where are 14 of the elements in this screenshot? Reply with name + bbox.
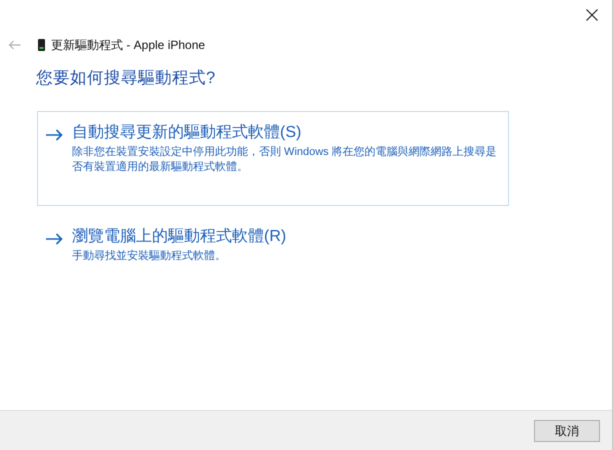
back-arrow-icon	[8, 40, 20, 50]
option-description: 手動尋找並安裝驅動程式軟體。	[72, 249, 227, 264]
option-title: 自動搜尋更新的驅動程式軟體(S)	[72, 122, 302, 143]
arrow-icon	[46, 233, 63, 245]
option-link[interactable]: 瀏覽電腦上的驅動程式軟體(R) 手動尋找並安裝驅動程式軟體。	[37, 215, 509, 285]
option-link[interactable]: 自動搜尋更新的驅動程式軟體(S) 除非您在裝置安裝設定中停用此功能，否則 Windows 將在您的電腦與網際網路上搜尋是否有裝置適用的最新驅動程式軟體。	[37, 111, 509, 206]
cancel-button[interactable]: 取消	[534, 420, 600, 442]
close-icon	[586, 9, 598, 21]
window-title: 更新驅動程式 - Apple iPhone	[51, 37, 206, 54]
option-description: 除非您在裝置安裝設定中停用此功能，否則 Windows 將在您的電腦與網際網路上搜尋是否有裝置適用的最新驅動程式軟體。	[72, 145, 498, 175]
phone-icon	[38, 39, 45, 51]
arrow-icon	[46, 129, 63, 141]
option-title: 瀏覽電腦上的驅動程式軟體(R)	[72, 226, 286, 247]
page-heading: 您要如何搜尋驅動程式?	[36, 69, 216, 87]
